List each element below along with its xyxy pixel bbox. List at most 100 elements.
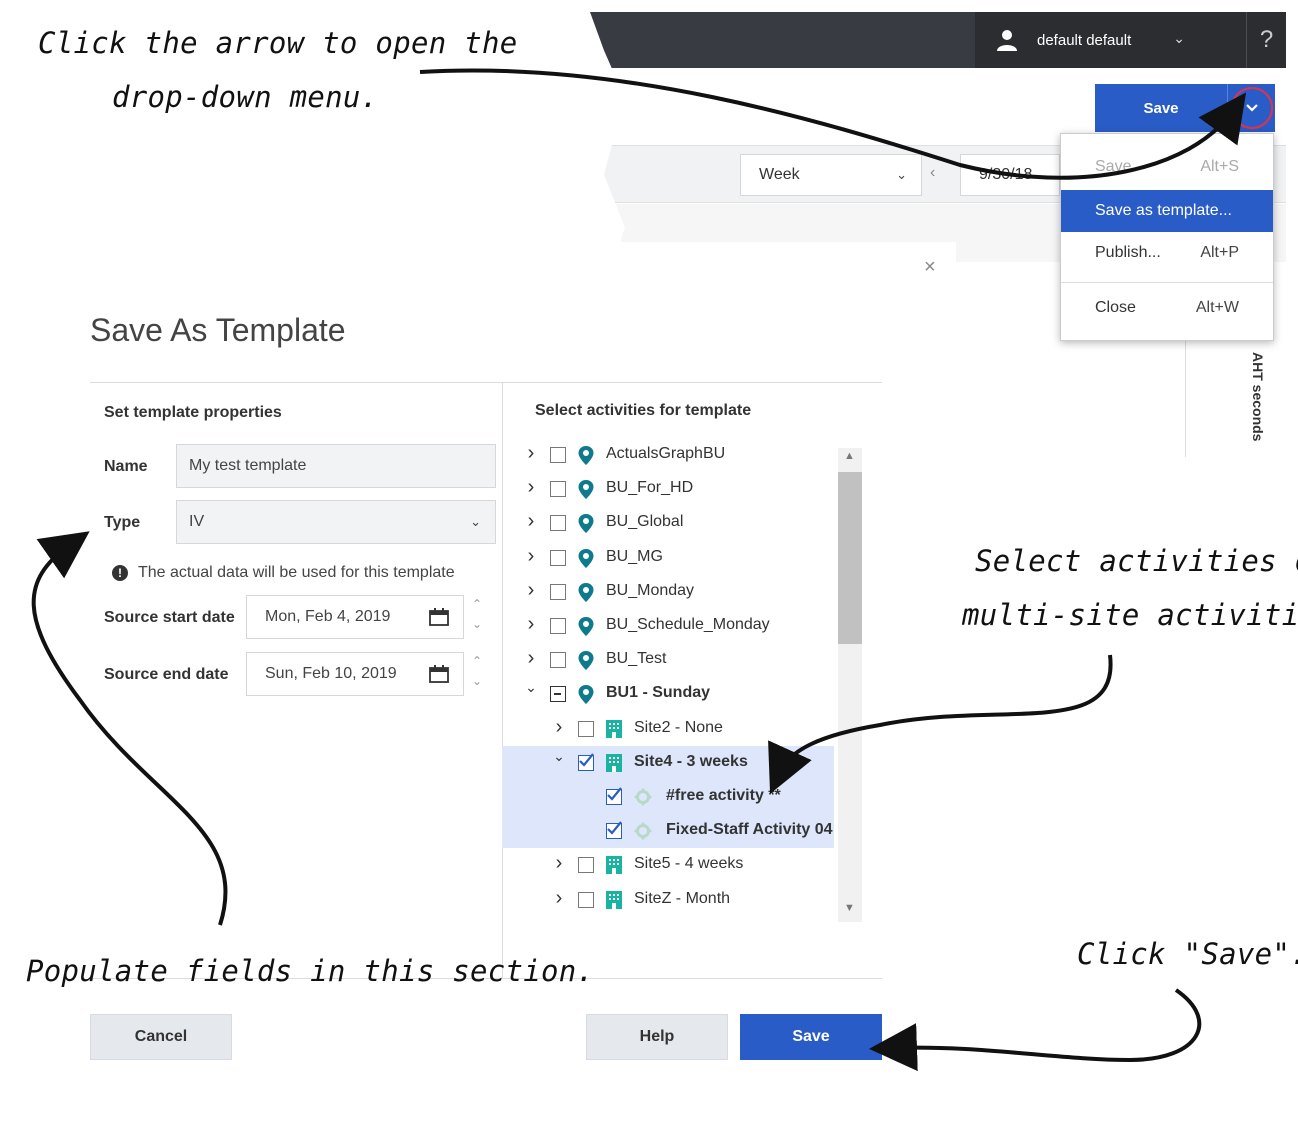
tree-scrollbar-thumb[interactable] xyxy=(838,472,862,644)
date-field[interactable]: 9/30/18 xyxy=(960,154,1060,196)
location-pin-icon xyxy=(578,548,594,568)
end-date-spinner[interactable]: ⌃ ⌄ xyxy=(470,651,484,691)
type-select-value: IV xyxy=(189,513,205,530)
checkbox[interactable] xyxy=(578,753,594,771)
chevron-right-icon[interactable]: › xyxy=(552,716,566,739)
chevron-right-icon[interactable]: › xyxy=(524,442,538,465)
chevron-right-icon[interactable]: › xyxy=(524,476,538,499)
menu-item-publish[interactable]: Publish... Alt+P xyxy=(1061,232,1273,274)
tree-row[interactable]: › BU_MG xyxy=(502,541,834,575)
checkbox[interactable] xyxy=(550,549,566,566)
tree-row-label: Site2 - None xyxy=(634,718,723,736)
tree-row[interactable]: › BU_Global xyxy=(502,506,834,540)
chevron-right-icon[interactable]: › xyxy=(524,647,538,670)
scroll-up-arrow[interactable]: ▲ xyxy=(844,450,855,462)
tree-row[interactable]: ⌄ BU1 - Sunday xyxy=(502,677,834,711)
save-split-button: Save xyxy=(1095,84,1275,132)
period-select-value: Week xyxy=(759,166,800,183)
checkbox[interactable] xyxy=(550,481,566,498)
checkbox[interactable] xyxy=(578,720,594,737)
chevron-right-icon[interactable]: › xyxy=(524,613,538,636)
menu-item-shortcut: Alt+S xyxy=(1200,158,1239,175)
section-title-properties: Set template properties xyxy=(104,404,282,421)
tree-row-label: BU_For_HD xyxy=(606,479,694,497)
tree-row[interactable]: › BU_Monday xyxy=(502,575,834,609)
annotation-arrow-line2: drop-down menu. xyxy=(112,80,379,114)
save-button[interactable]: Save xyxy=(740,1014,882,1060)
chevron-down-icon: ⌄ xyxy=(896,167,907,182)
checkbox[interactable] xyxy=(578,857,594,874)
source-start-date-value: Mon, Feb 4, 2019 xyxy=(265,608,391,625)
calendar-icon[interactable] xyxy=(429,665,449,683)
checkbox[interactable] xyxy=(550,618,566,634)
menu-item-save[interactable]: Save Alt+S xyxy=(1061,146,1273,188)
name-field[interactable]: My test template xyxy=(176,444,496,488)
checkbox[interactable] xyxy=(606,787,622,805)
scroll-down-arrow[interactable]: ▼ xyxy=(844,902,855,914)
annotation-arrow-line1: Click the arrow to open the xyxy=(38,26,518,60)
menu-item-shortcut: Alt+W xyxy=(1195,299,1239,316)
checkbox[interactable] xyxy=(550,447,566,463)
source-start-label: Source start date xyxy=(104,609,235,626)
save-button[interactable]: Save xyxy=(1095,84,1227,132)
tree-row-label: Fixed-Staff Activity 04 xyxy=(666,821,833,839)
save-options-arrow-button[interactable] xyxy=(1227,84,1275,132)
checkbox[interactable] xyxy=(550,583,566,600)
chevron-down-icon[interactable]: ⌄ xyxy=(552,748,566,765)
tree-row[interactable]: › Site2 - None xyxy=(502,712,834,746)
tree-row[interactable]: › BU_For_HD xyxy=(502,472,834,506)
checkbox[interactable] xyxy=(550,515,566,532)
tree-row-label: BU_MG xyxy=(606,547,663,565)
source-start-date-input[interactable]: Mon, Feb 4, 2019 xyxy=(246,595,464,639)
chevron-right-icon[interactable]: › xyxy=(524,545,538,568)
cancel-button[interactable]: Cancel xyxy=(90,1014,232,1060)
chevron-down-icon[interactable]: ⌄ xyxy=(524,679,538,696)
tree-row[interactable]: › SiteZ - Month xyxy=(502,883,834,917)
tree-row[interactable]: › ActualsGraphBU xyxy=(502,438,834,472)
tree-row[interactable]: ⌄ Site4 - 3 weeks xyxy=(502,745,834,780)
gear-icon xyxy=(634,788,652,806)
chevron-down-icon: ⌄ xyxy=(1173,30,1185,46)
period-select[interactable]: Week ⌄ xyxy=(740,154,922,196)
tree-row[interactable]: #free activity ** xyxy=(502,780,834,814)
name-field-value: My test template xyxy=(189,457,307,474)
chevron-right-icon[interactable]: › xyxy=(524,510,538,533)
chevron-right-icon[interactable]: › xyxy=(552,887,566,910)
checkbox[interactable] xyxy=(578,891,594,908)
location-pin-icon xyxy=(578,582,594,602)
type-select[interactable]: IV ⌄ xyxy=(176,500,496,544)
chevron-right-icon[interactable]: › xyxy=(552,852,566,875)
location-pin-icon xyxy=(578,685,594,705)
checkbox[interactable] xyxy=(606,821,622,840)
menu-item-close[interactable]: Close Alt+W xyxy=(1061,287,1273,329)
start-date-spinner[interactable]: ⌃ ⌄ xyxy=(470,594,484,634)
building-icon xyxy=(606,856,622,875)
checkbox[interactable] xyxy=(550,652,566,669)
tree-row[interactable]: › BU_Schedule_Monday xyxy=(502,609,834,643)
chevron-down-icon: ⌄ xyxy=(470,514,481,529)
tree-row[interactable]: › BU_Test xyxy=(502,643,834,677)
calendar-icon[interactable] xyxy=(429,608,449,626)
menu-item-label: Save as template... xyxy=(1095,202,1232,219)
close-icon[interactable]: × xyxy=(924,256,936,279)
info-icon: ! xyxy=(112,565,128,581)
help-button[interactable]: ? xyxy=(1246,12,1286,68)
building-icon xyxy=(606,719,622,738)
divider xyxy=(90,382,882,383)
checkbox[interactable] xyxy=(550,686,566,703)
tree-row[interactable]: › Site5 - 4 weeks xyxy=(502,848,834,882)
tree-row-label: BU_Global xyxy=(606,513,684,531)
tree-row[interactable]: Fixed-Staff Activity 04 xyxy=(502,814,834,849)
source-end-date-input[interactable]: Sun, Feb 10, 2019 xyxy=(246,652,464,696)
help-button[interactable]: Help xyxy=(586,1014,728,1060)
menu-item-save-as-template[interactable]: Save as template... xyxy=(1061,190,1273,232)
user-menu[interactable]: default default ⌄ xyxy=(975,12,1255,68)
user-icon xyxy=(997,30,1017,51)
menu-item-shortcut: Alt+P xyxy=(1200,244,1239,261)
chevron-right-icon[interactable]: › xyxy=(524,579,538,602)
source-end-date-value: Sun, Feb 10, 2019 xyxy=(265,665,397,682)
menu-item-label: Publish... xyxy=(1095,244,1161,261)
gear-icon xyxy=(634,822,652,840)
annotation-select-line1: Select activities or xyxy=(975,544,1298,578)
previous-period-button[interactable]: ‹ xyxy=(930,164,935,182)
